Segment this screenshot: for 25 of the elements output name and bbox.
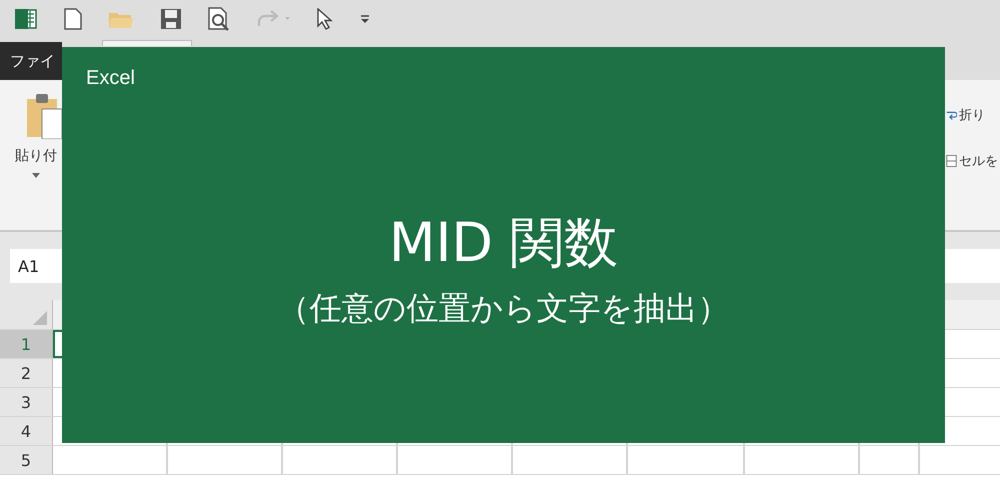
ribbon-command[interactable]: セルを (959, 152, 998, 170)
name-box[interactable]: A1 (10, 249, 62, 283)
paste-label[interactable]: 貼り付 (15, 147, 57, 165)
row-header[interactable]: 1 (0, 330, 53, 358)
pointer-icon[interactable] (316, 8, 334, 30)
wrap-text-icon[interactable] (946, 110, 957, 120)
row-header[interactable]: 2 (0, 359, 53, 387)
brand-label: Excel (86, 67, 135, 90)
row-header[interactable]: 5 (0, 446, 53, 474)
formula-field[interactable] (945, 249, 1000, 283)
merge-cells-icon[interactable] (946, 153, 957, 169)
corner-triangle-icon (33, 311, 47, 325)
subtitle: （任意の位置から文字を抽出） (276, 288, 730, 329)
row-header[interactable]: 3 (0, 388, 53, 416)
new-document-icon[interactable] (64, 8, 82, 30)
spreadsheet-app-icon[interactable] (14, 7, 38, 31)
save-icon[interactable] (160, 8, 182, 30)
clipboard-icon[interactable] (26, 93, 62, 139)
title: MID 関数 (388, 210, 620, 276)
file-tab[interactable]: ファイ (0, 42, 62, 80)
caret-icon[interactable] (32, 173, 40, 178)
customize-caret-icon[interactable] (360, 14, 370, 24)
row-header[interactable]: 4 (0, 417, 53, 445)
ribbon-command[interactable]: 折り (959, 106, 985, 124)
print-preview-icon[interactable] (208, 7, 230, 31)
